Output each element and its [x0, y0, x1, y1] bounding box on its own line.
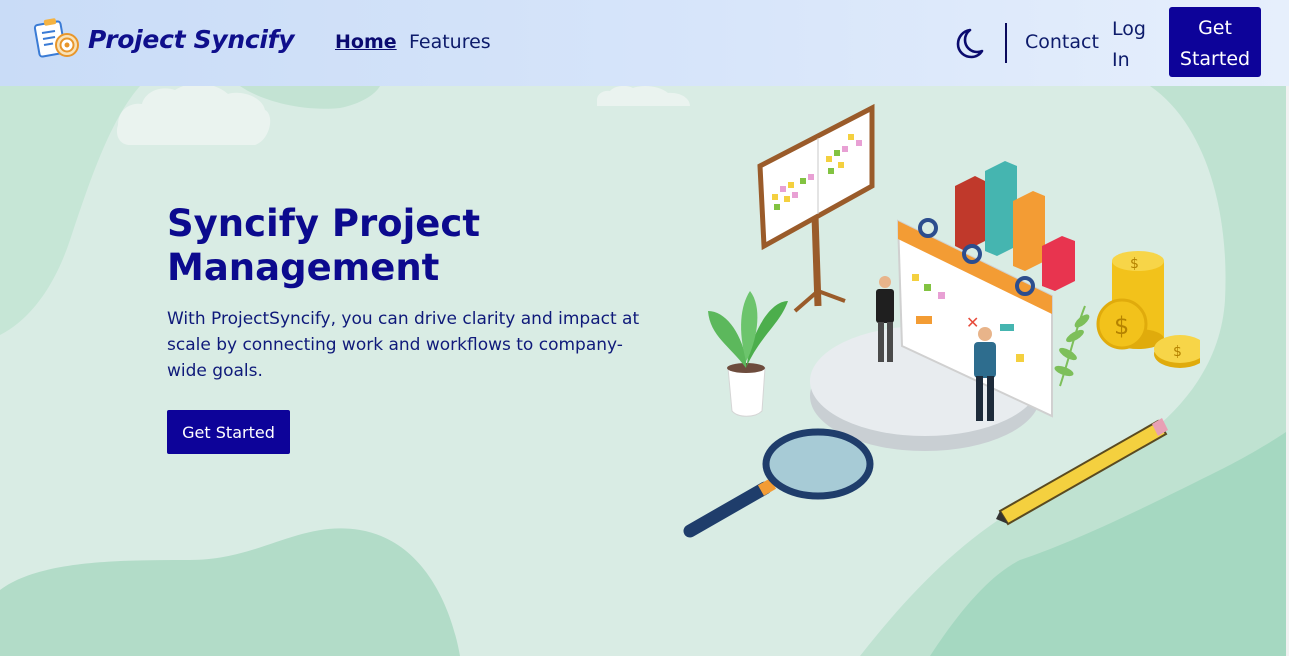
nav-link-contact[interactable]: Contact [1025, 31, 1099, 53]
coins-icon: $ $ $ [1096, 251, 1200, 368]
clipboard-target-icon[interactable] [33, 17, 81, 61]
svg-text:$: $ [1130, 256, 1139, 272]
navbar: Project Syncify Home Features Contact Lo… [0, 0, 1289, 86]
easel-board-icon [757, 103, 875, 313]
nav-link-features[interactable]: Features [409, 31, 491, 53]
magnifying-glass-icon [683, 428, 874, 538]
fern-icon [1054, 305, 1090, 387]
potted-plant-icon [708, 291, 788, 417]
pencil-icon [996, 418, 1168, 526]
brand-name[interactable]: Project Syncify [88, 25, 295, 54]
get-started-nav-button[interactable]: Get Started [1169, 7, 1261, 77]
svg-text:$: $ [1114, 312, 1129, 340]
hero-title: Syncify Project Management [167, 202, 481, 289]
hero-description: With ProjectSyncify, you can drive clari… [167, 309, 640, 381]
svg-text:$: $ [1173, 344, 1182, 360]
moon-icon[interactable] [950, 25, 986, 61]
project-management-illustration: ✕ $ $ $ [683, 103, 1200, 538]
nav-link-home[interactable]: Home [335, 31, 397, 53]
nav-link-login[interactable]: Log In [1112, 14, 1156, 76]
nav-divider [1005, 23, 1007, 63]
get-started-hero-button[interactable]: Get Started [167, 410, 290, 454]
svg-text:✕: ✕ [966, 313, 979, 332]
